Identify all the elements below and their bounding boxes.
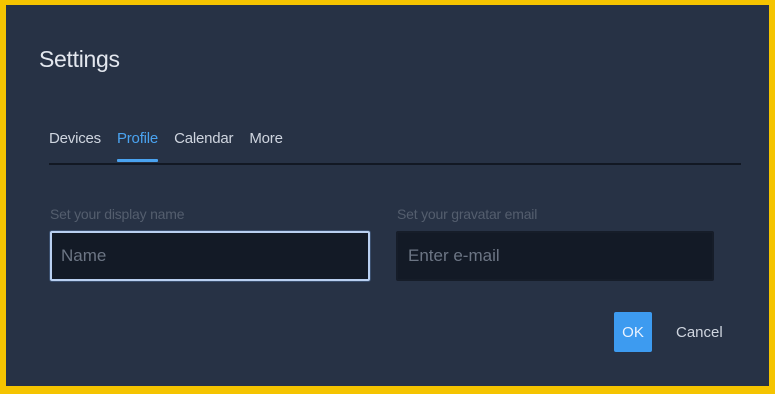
- highlight-frame: Settings Devices Profile Calendar More S…: [0, 0, 775, 394]
- tab-more[interactable]: More: [249, 127, 283, 151]
- display-name-input[interactable]: [50, 231, 370, 281]
- tab-bar: Devices Profile Calendar More: [49, 127, 299, 163]
- tab-calendar[interactable]: Calendar: [174, 127, 233, 151]
- ok-button[interactable]: OK: [614, 312, 652, 352]
- tab-divider: [49, 163, 741, 165]
- gravatar-email-input[interactable]: [396, 231, 714, 281]
- dialog-title: Settings: [39, 46, 120, 72]
- tab-devices[interactable]: Devices: [49, 127, 101, 151]
- gravatar-email-label: Set your gravatar email: [397, 206, 538, 222]
- settings-dialog: Settings Devices Profile Calendar More S…: [6, 5, 769, 386]
- tab-profile[interactable]: Profile: [116, 127, 158, 162]
- cancel-button[interactable]: Cancel: [676, 312, 746, 352]
- display-name-label: Set your display name: [50, 206, 185, 222]
